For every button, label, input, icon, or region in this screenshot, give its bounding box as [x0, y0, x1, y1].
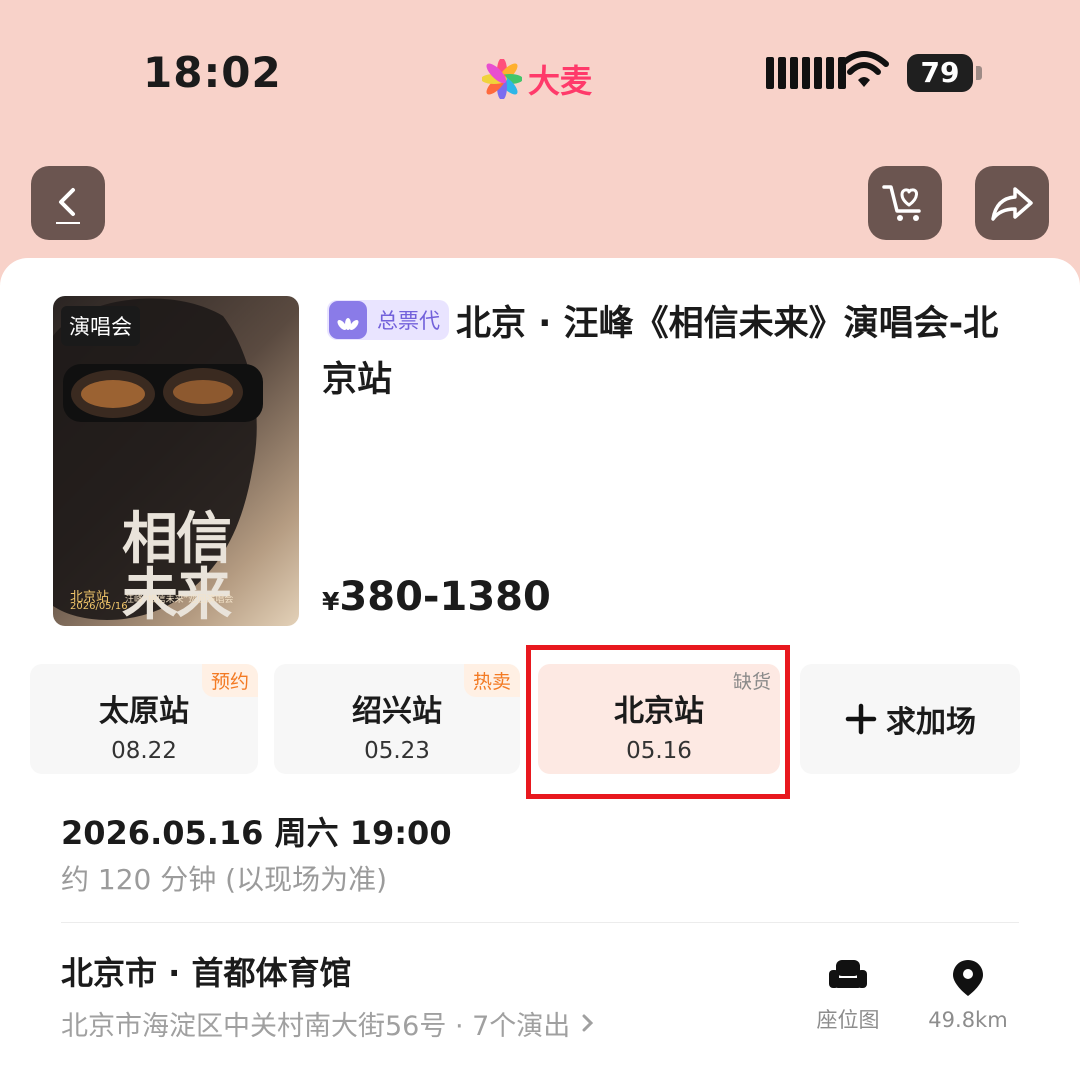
session-date: 05.23 [364, 738, 430, 764]
poster-category-tag: 演唱会 [61, 306, 140, 346]
divider [61, 922, 1019, 923]
battery-level: 79 [907, 54, 973, 92]
chevron-left-icon [56, 188, 80, 224]
poster-date: 2026/05/16 [70, 601, 128, 612]
poster-title: 相信 未来 [122, 507, 232, 624]
seat-map-label: 座位图 [816, 1008, 880, 1032]
highlight-annotation-box [526, 645, 790, 799]
chevron-right-icon [582, 1014, 594, 1032]
cart-heart-icon [882, 185, 921, 221]
location-pin-icon [953, 960, 983, 996]
session-date: 08.22 [111, 738, 177, 764]
session-badge: 预约 [201, 664, 258, 697]
price-value: 380-1380 [339, 574, 551, 620]
app-name: 大麦 [528, 62, 593, 100]
venue-address: 北京市海淀区中关村南大街56号 · 7个演出 [61, 1011, 571, 1042]
venue-location-button[interactable]: 49.8km [922, 958, 1014, 1032]
poster-title-line1: 相信 [122, 507, 232, 572]
back-button[interactable] [31, 166, 105, 240]
session-tab-taiyuan[interactable]: 预约 太原站 08.22 [30, 664, 258, 774]
session-badge: 热卖 [463, 664, 520, 697]
status-time: 18:02 [143, 48, 282, 97]
poster-subtitle: 汪峰“相信未来”巡回演唱会 [125, 595, 234, 605]
cellular-signal-icon [766, 57, 846, 89]
seat-map-button[interactable]: 座位图 [808, 958, 888, 1034]
app-logo: 大麦 [482, 56, 592, 102]
share-button[interactable] [975, 166, 1049, 240]
venue-address-link[interactable]: 北京市海淀区中关村南大街56号 · 7个演出 [61, 1004, 597, 1043]
request-session-label: 求加场 [886, 705, 976, 740]
event-title: 北京 · 汪峰《相信未来》演唱会-北京站 [322, 304, 999, 400]
distance-label: 49.8km [928, 1008, 1008, 1032]
damai-logo-icon [482, 59, 522, 99]
price-range: ¥380-1380 [322, 574, 551, 620]
plus-icon [845, 703, 877, 735]
request-session-button[interactable]: 求加场 [800, 664, 1020, 774]
wifi-icon [839, 51, 889, 87]
venue-name[interactable]: 北京市 · 首都体育馆 [61, 948, 351, 994]
battery-icon [976, 66, 982, 80]
show-duration: 约 120 分钟 (以现场为准) [61, 863, 387, 896]
session-tab-shaoxing[interactable]: 热卖 绍兴站 05.23 [274, 664, 520, 774]
favorite-cart-button[interactable] [868, 166, 942, 240]
price-currency: ¥ [322, 587, 340, 616]
armchair-icon [829, 960, 867, 988]
share-arrow-icon [991, 187, 1033, 221]
show-datetime: 2026.05.16 周六 19:00 [61, 814, 452, 852]
